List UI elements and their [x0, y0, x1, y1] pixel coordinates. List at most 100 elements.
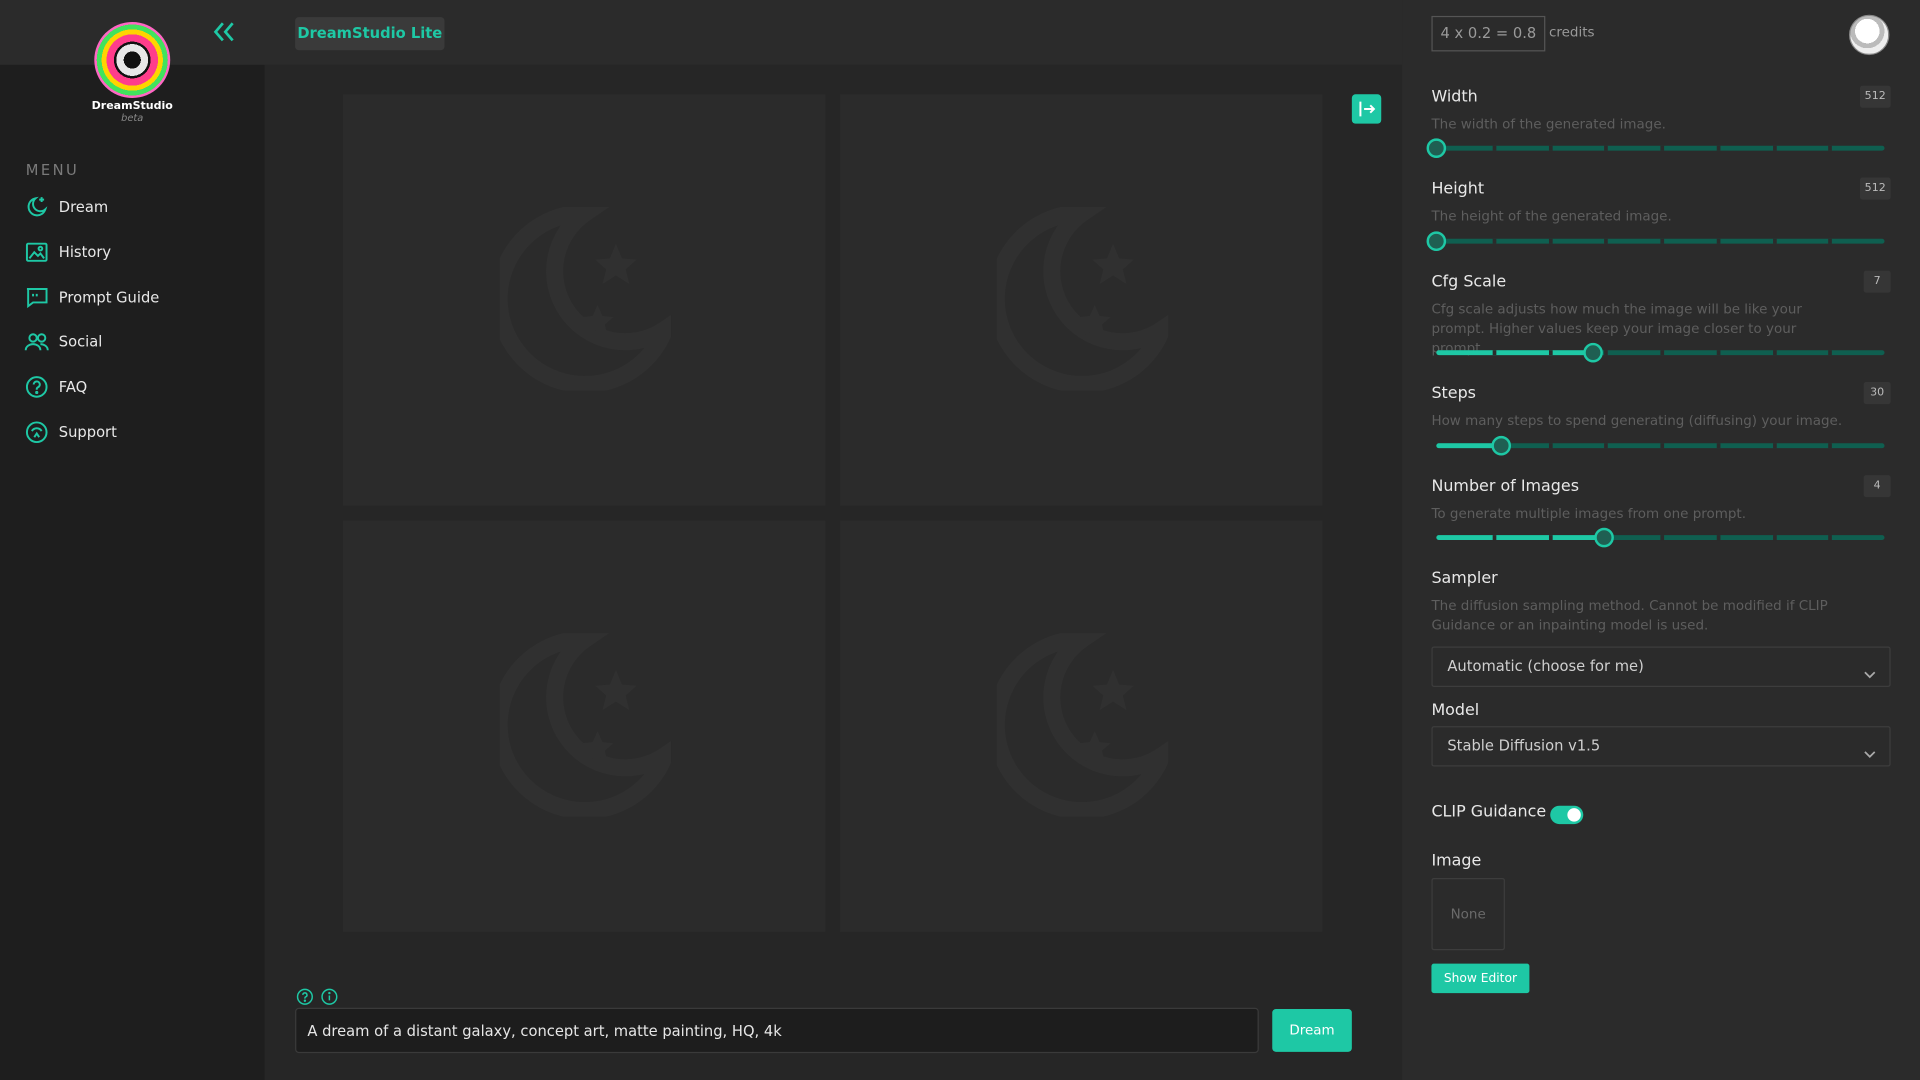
- slider-tick: [1716, 238, 1721, 244]
- slider-thumb[interactable]: [1491, 435, 1511, 456]
- image-placeholder[interactable]: [342, 94, 826, 506]
- image-icon: [24, 240, 48, 264]
- setting-title: Height: [1431, 180, 1485, 199]
- cfg-scale-setting: Cfg Scale 7 Cfg scale adjusts how much t…: [1431, 270, 1891, 359]
- chevron-down-icon: [1862, 659, 1877, 679]
- slider-thumb[interactable]: [1583, 342, 1603, 363]
- info-circle-icon[interactable]: [321, 987, 338, 1005]
- support-icon: [24, 420, 48, 444]
- sidebar-item-faq[interactable]: FAQ: [24, 375, 244, 399]
- slider-tick: [1828, 350, 1833, 356]
- setting-value[interactable]: 512: [1859, 85, 1891, 108]
- width-slider[interactable]: [1426, 138, 1885, 158]
- logo-eye-icon: [94, 22, 171, 98]
- moon-stars-placeholder-icon: [996, 633, 1169, 817]
- sidebar-item-support[interactable]: Support: [24, 420, 244, 444]
- image-setting: Image: [1431, 852, 1890, 870]
- slider-tick: [1660, 238, 1665, 244]
- setting-description: The width of the generated image.: [1431, 116, 1666, 133]
- setting-value[interactable]: 4: [1863, 475, 1891, 498]
- slider-tick: [1492, 350, 1497, 356]
- menu-label: MENU: [25, 161, 80, 179]
- slider-tick: [1604, 145, 1609, 151]
- setting-description: The diffusion sampling method. Cannot be…: [1431, 597, 1828, 634]
- logo[interactable]: DreamStudio beta: [73, 22, 191, 124]
- prompt-input[interactable]: [295, 1007, 1259, 1054]
- slider-tick: [1828, 145, 1833, 151]
- setting-value[interactable]: 30: [1863, 382, 1891, 405]
- beta-tag: beta: [121, 112, 144, 124]
- collapse-sidebar-button[interactable]: [211, 20, 238, 44]
- slider-tick: [1828, 238, 1833, 244]
- slider-tick: [1492, 145, 1497, 151]
- sidebar-item-label: Prompt Guide: [58, 288, 160, 306]
- slider-tick: [1548, 238, 1553, 244]
- expand-panel-button[interactable]: [1351, 94, 1382, 124]
- app-name: DreamStudio: [91, 100, 173, 113]
- slider-thumb[interactable]: [1426, 231, 1447, 252]
- clip-guidance-toggle[interactable]: [1550, 805, 1584, 825]
- sidebar-item-dream[interactable]: Dream: [24, 195, 244, 219]
- slider-tick: [1828, 443, 1833, 449]
- moon-stars-icon: [24, 195, 48, 219]
- moon-stars-placeholder-icon: [499, 633, 672, 817]
- model-select[interactable]: Stable Diffusion v1.5: [1431, 726, 1891, 767]
- credits-cost: 4 x 0.2 = 0.8: [1431, 15, 1546, 52]
- image-grid: [342, 94, 1323, 932]
- setting-title: Sampler: [1431, 569, 1498, 588]
- slider-tick: [1492, 535, 1497, 541]
- setting-value[interactable]: 512: [1859, 177, 1891, 200]
- double-chevron-left-icon: [213, 22, 234, 42]
- image-placeholder[interactable]: [840, 94, 1323, 506]
- slider-tick: [1772, 535, 1777, 541]
- setting-title: Width: [1431, 88, 1478, 107]
- slider-thumb[interactable]: [1426, 138, 1447, 158]
- number-of-images-setting: Number of Images 4 To generate multiple …: [1431, 475, 1891, 525]
- prompt-help-icons: [296, 987, 338, 1005]
- cfg-scale-slider[interactable]: [1436, 342, 1885, 363]
- number-of-images-slider[interactable]: [1436, 527, 1885, 548]
- init-image-dropzone[interactable]: None: [1431, 877, 1505, 951]
- sidebar-nav: Dream History Prompt Guide Social FAQ Su…: [24, 195, 244, 465]
- slider-fill: [1436, 535, 1605, 541]
- sidebar-item-social[interactable]: Social: [24, 330, 244, 354]
- chevron-down-icon: [1862, 738, 1877, 758]
- slider-tick: [1492, 238, 1497, 244]
- slider-thumb[interactable]: [1594, 527, 1615, 548]
- moon-stars-placeholder-icon: [996, 206, 1169, 391]
- setting-value[interactable]: 7: [1863, 270, 1891, 293]
- image-placeholder[interactable]: [342, 520, 826, 932]
- dream-button[interactable]: Dream: [1272, 1008, 1352, 1052]
- arrow-right-bar-icon: [1359, 101, 1376, 117]
- help-circle-icon[interactable]: [296, 987, 313, 1005]
- show-editor-button[interactable]: Show Editor: [1431, 963, 1530, 994]
- steps-slider[interactable]: [1436, 435, 1885, 456]
- sidebar-item-history[interactable]: History: [24, 240, 244, 264]
- sampler-select[interactable]: Automatic (choose for me): [1431, 646, 1891, 687]
- sidebar-item-label: Support: [58, 423, 117, 441]
- slider-tick: [1772, 443, 1777, 449]
- sidebar-item-label: FAQ: [58, 378, 88, 396]
- slider-tick: [1828, 535, 1833, 541]
- select-value: Automatic (choose for me): [1447, 657, 1644, 675]
- sidebar-item-prompt-guide[interactable]: Prompt Guide: [24, 285, 244, 309]
- credits-label: credits: [1548, 24, 1595, 41]
- slider-tick: [1772, 145, 1777, 151]
- slider-tick: [1548, 535, 1553, 541]
- height-slider[interactable]: [1426, 231, 1885, 252]
- width-setting: Width 512 The width of the generated ima…: [1431, 85, 1891, 135]
- image-placeholder[interactable]: [840, 520, 1323, 932]
- setting-title: Image: [1431, 852, 1482, 871]
- avatar[interactable]: [1848, 14, 1890, 56]
- toggle-knob: [1567, 808, 1581, 822]
- dreamstudio-lite-pill[interactable]: DreamStudio Lite: [295, 17, 445, 51]
- sampler-setting: Sampler The diffusion sampling method. C…: [1431, 569, 1890, 635]
- slider-tick: [1660, 145, 1665, 151]
- setting-title: Number of Images: [1431, 477, 1580, 496]
- slider-tick: [1604, 350, 1609, 356]
- slider-tick: [1548, 443, 1553, 449]
- quote-bubble-icon: [24, 285, 48, 309]
- setting-title: Steps: [1431, 384, 1476, 403]
- slider-tick: [1716, 145, 1721, 151]
- sidebar: MENU Dream History Prompt Guide Social F…: [0, 64, 265, 1080]
